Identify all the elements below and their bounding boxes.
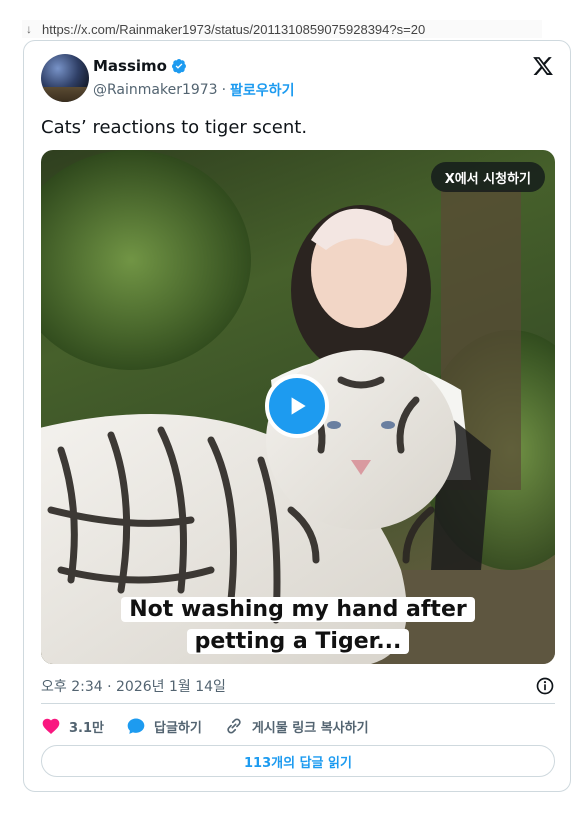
author-name-row: Massimo [93,57,187,75]
download-arrow-icon: ↓ [26,22,32,36]
watch-on-x-button[interactable]: X에서 시청하기 [430,162,545,192]
play-button[interactable] [265,374,329,438]
separator-dot: · [221,82,227,98]
action-bar: 3.1만 답글하기 게시물 링크 복사하기 [41,714,369,738]
copy-link-label: 게시물 링크 복사하기 [251,720,369,736]
like-button[interactable]: 3.1만 [41,716,104,736]
x-logo-icon[interactable] [532,55,554,77]
video-player[interactable]: X에서 시청하기 Not washing my hand after petti… [41,150,555,664]
video-caption: Not washing my hand after petting a Tige… [41,594,555,658]
timestamp[interactable]: 오후 2:34 · 2026년 1월 14일 [41,676,226,696]
timestamp-row: 오후 2:34 · 2026년 1월 14일 [41,676,555,696]
author-handle[interactable]: @Rainmaker1973 [93,82,218,98]
author-name[interactable]: Massimo [93,57,167,75]
like-count: 3.1만 [69,720,104,736]
reply-bubble-icon [127,718,145,734]
read-replies-button[interactable]: 113개의 답글 읽기 [41,745,555,777]
embedded-tweet-card: Massimo @Rainmaker1973 · 팔로우하기 Cats’ rea… [23,40,571,792]
link-icon [227,718,241,734]
tweet-text: Cats’ reactions to tiger scent. [41,117,308,138]
reply-button[interactable]: 답글하기 [126,716,202,736]
divider [41,703,555,704]
info-icon[interactable] [535,676,555,696]
video-caption-line2: petting a Tiger... [186,629,410,654]
url-text: https://x.com/Rainmaker1973/status/20113… [42,21,426,37]
copy-link-button[interactable]: 게시물 링크 복사하기 [224,716,369,736]
heart-icon [42,718,60,734]
follow-link[interactable]: 팔로우하기 [230,80,294,100]
play-icon [291,397,306,415]
reply-label: 답글하기 [154,720,202,736]
verified-badge-icon [171,59,186,74]
url-bar[interactable]: ↓ https://x.com/Rainmaker1973/status/201… [22,20,542,38]
video-caption-line1: Not washing my hand after [121,597,475,622]
author-handle-row: @Rainmaker1973 · 팔로우하기 [93,80,294,100]
avatar[interactable] [41,54,89,102]
